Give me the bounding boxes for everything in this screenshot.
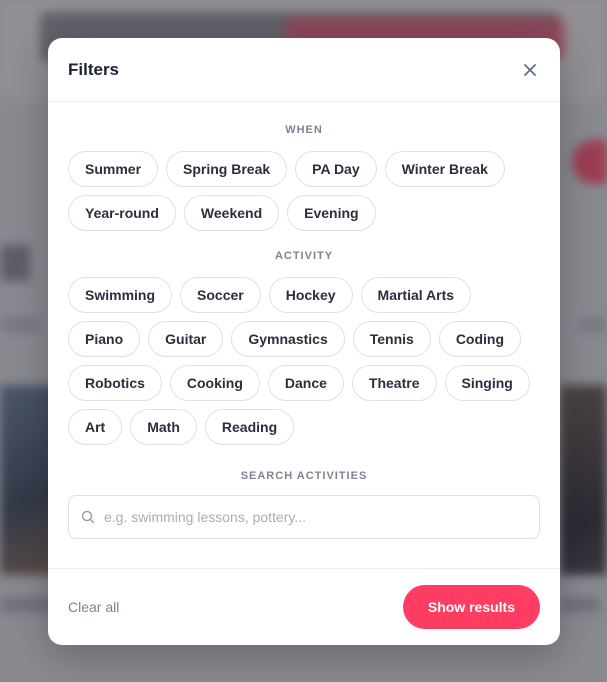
- clear-all-button[interactable]: Clear all: [68, 599, 119, 615]
- activity-options: Swimming Soccer Hockey Martial Arts Piano Gui…: [68, 277, 540, 445]
- activity-heading: ACTIVITY: [274, 250, 334, 262]
- activity-option-chip[interactable]: Swimming: [68, 277, 173, 313]
- when-option-chip[interactable]: Spring Break: [166, 151, 288, 187]
- when-heading: WHEN: [285, 124, 323, 136]
- close-button[interactable]: [516, 56, 544, 84]
- filters-modal: Filters WHEN Summer Spring Break PA Day Win…: [48, 38, 560, 645]
- modal-body[interactable]: WHEN Summer Spring Break PA Day Winter Brea…: [48, 102, 560, 568]
- activity-option-chip[interactable]: Reading: [204, 409, 295, 445]
- activity-option-chip[interactable]: Art: [68, 409, 123, 445]
- when-option-chip[interactable]: PA Day: [295, 151, 377, 187]
- activity-option-chip[interactable]: Gymnastics: [231, 321, 345, 357]
- when-option-chip[interactable]: Year-round: [68, 195, 176, 231]
- activity-option-chip[interactable]: Dance: [267, 365, 344, 401]
- modal-footer: Clear all Show results: [48, 568, 560, 645]
- activity-option-chip[interactable]: Piano: [68, 321, 141, 357]
- modal-title: Filters: [68, 59, 120, 79]
- show-results-button[interactable]: Show results: [402, 585, 540, 629]
- when-option-chip[interactable]: Summer: [68, 151, 159, 187]
- activity-option-chip[interactable]: Theatre: [351, 365, 437, 401]
- activity-option-chip[interactable]: Singing: [444, 365, 530, 401]
- when-option-chip[interactable]: Winter Break: [384, 151, 505, 187]
- activity-option-chip[interactable]: Robotics: [68, 365, 162, 401]
- activity-option-chip[interactable]: Cooking: [169, 365, 260, 401]
- activity-option-chip[interactable]: Soccer: [180, 277, 261, 313]
- activity-option-chip[interactable]: Martial Arts: [360, 277, 472, 313]
- search-heading: SEARCH ACTIVITIES: [240, 470, 368, 482]
- search-box[interactable]: [68, 495, 540, 539]
- when-option-chip[interactable]: Weekend: [183, 195, 280, 231]
- activity-option-chip[interactable]: Math: [130, 409, 197, 445]
- close-icon: [524, 63, 536, 76]
- when-options: Summer Spring Break PA Day Winter Break Year…: [68, 151, 540, 231]
- search-icon: [81, 510, 95, 524]
- when-option-chip[interactable]: Evening: [287, 195, 376, 231]
- activity-option-chip[interactable]: Coding: [438, 321, 522, 357]
- modal-header: Filters: [48, 38, 560, 102]
- activity-option-chip[interactable]: Guitar: [148, 321, 224, 357]
- search-input[interactable]: [104, 509, 527, 525]
- activity-option-chip[interactable]: Hockey: [268, 277, 353, 313]
- activity-option-chip[interactable]: Tennis: [352, 321, 431, 357]
